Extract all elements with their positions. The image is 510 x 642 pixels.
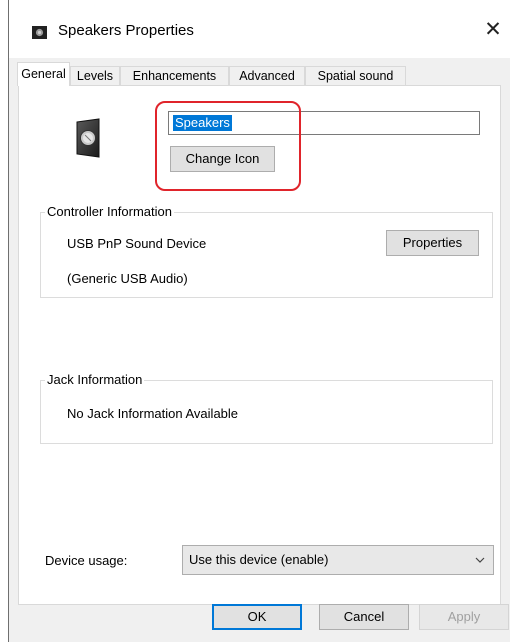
tab-levels[interactable]: Levels bbox=[70, 66, 120, 85]
jack-information-title: Jack Information bbox=[45, 372, 145, 388]
annotation-highlight bbox=[155, 101, 301, 191]
chevron-down-icon bbox=[475, 557, 485, 563]
properties-button[interactable]: Properties bbox=[386, 230, 479, 256]
speaker-title-icon bbox=[32, 26, 47, 39]
device-usage-label: Device usage: bbox=[45, 553, 128, 568]
controller-driver-name: (Generic USB Audio) bbox=[67, 271, 188, 286]
tab-advanced[interactable]: Advanced bbox=[229, 66, 305, 85]
cancel-button[interactable]: Cancel bbox=[319, 604, 409, 630]
window-title: Speakers Properties bbox=[58, 22, 194, 39]
tab-spatial-sound[interactable]: Spatial sound bbox=[305, 66, 406, 85]
device-usage-select[interactable]: Use this device (enable) bbox=[182, 545, 494, 575]
tab-enhancements[interactable]: Enhancements bbox=[120, 66, 229, 85]
jack-status-text: No Jack Information Available bbox=[67, 406, 239, 421]
controller-information-title: Controller Information bbox=[45, 204, 174, 220]
apply-button[interactable]: Apply bbox=[419, 604, 509, 630]
controller-device-name: USB PnP Sound Device bbox=[67, 236, 207, 251]
device-usage-value: Use this device (enable) bbox=[189, 552, 329, 567]
tab-general[interactable]: General bbox=[17, 62, 70, 86]
speaker-device-icon bbox=[76, 118, 100, 158]
ok-button[interactable]: OK bbox=[212, 604, 302, 630]
close-button[interactable]: ✕ bbox=[478, 16, 508, 44]
